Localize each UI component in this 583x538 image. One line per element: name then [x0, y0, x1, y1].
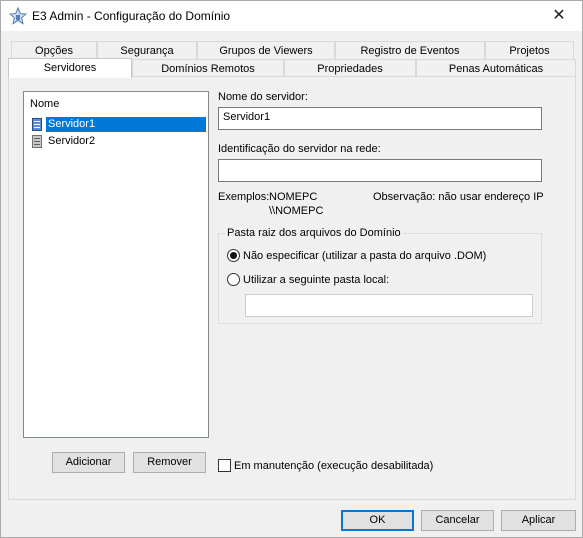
remove-server-button[interactable]: Remover [133, 452, 206, 473]
tab-label: Opções [35, 45, 73, 57]
tab-label: Projetos [509, 45, 550, 57]
maintenance-checkbox[interactable] [218, 459, 231, 472]
title-bar: E3 Admin - Configuração do Domínio ✕ [1, 1, 582, 31]
tab-label: Penas Automáticas [448, 63, 544, 75]
server-icon [32, 135, 42, 148]
tab-registro-eventos[interactable]: Registro de Eventos [335, 41, 485, 60]
list-item-label: Servidor2 [48, 135, 96, 147]
examples-label: Exemplos: [218, 191, 270, 203]
tab-servidores[interactable]: Servidores [8, 58, 132, 78]
tab-label: Domínios Remotos [161, 63, 255, 75]
tab-label: Segurança [120, 45, 174, 57]
radio-dot [230, 252, 237, 259]
window-title: E3 Admin - Configuração do Domínio [32, 9, 231, 23]
server-name-input[interactable]: Servidor1 [218, 107, 542, 130]
list-header: Nome [30, 98, 60, 110]
radio-local-folder-label[interactable]: Utilizar a seguinte pasta local: [243, 274, 389, 286]
example-2: \\NOMEPC [269, 205, 324, 217]
app-icon [9, 7, 27, 25]
close-icon: ✕ [552, 7, 566, 24]
close-button[interactable]: ✕ [536, 1, 582, 31]
tab-grupos-viewers[interactable]: Grupos de Viewers [197, 41, 335, 60]
example-1: NOMEPC [269, 191, 318, 203]
server-icon [32, 118, 42, 131]
observation-text: Observação: não usar endereço IP [373, 191, 544, 203]
radio-no-specify[interactable] [227, 249, 240, 262]
tab-label: Grupos de Viewers [219, 45, 313, 57]
list-item-label: Servidor1 [46, 117, 206, 132]
tab-label: Propriedades [317, 63, 383, 75]
apply-button[interactable]: Aplicar [501, 510, 576, 531]
tab-label: Servidores [43, 62, 97, 74]
server-name-value: Servidor1 [223, 111, 271, 123]
radio-local-folder[interactable] [227, 273, 240, 286]
list-item[interactable]: Servidor2 [30, 134, 206, 150]
server-list[interactable]: Nome Servidor1 Servidor2 [23, 91, 209, 438]
cancel-button[interactable]: Cancelar [421, 510, 494, 531]
dialog-window: E3 Admin - Configuração do Domínio ✕ Opç… [0, 0, 583, 538]
list-item[interactable]: Servidor1 [30, 117, 206, 133]
tab-projetos[interactable]: Projetos [485, 41, 574, 60]
add-server-button[interactable]: Adicionar [52, 452, 125, 473]
network-id-input[interactable] [218, 159, 542, 182]
server-name-label: Nome do servidor: [218, 91, 308, 103]
ok-button[interactable]: OK [341, 510, 414, 531]
radio-no-specify-label[interactable]: Não especificar (utilizar a pasta do arq… [243, 250, 486, 262]
tab-label: Registro de Eventos [360, 45, 460, 57]
maintenance-label[interactable]: Em manutenção (execução desabilitada) [234, 460, 433, 472]
network-id-label: Identificação do servidor na rede: [218, 143, 381, 155]
group-title: Pasta raiz dos arquivos do Domínio [225, 227, 403, 239]
local-path-input[interactable] [245, 294, 533, 317]
